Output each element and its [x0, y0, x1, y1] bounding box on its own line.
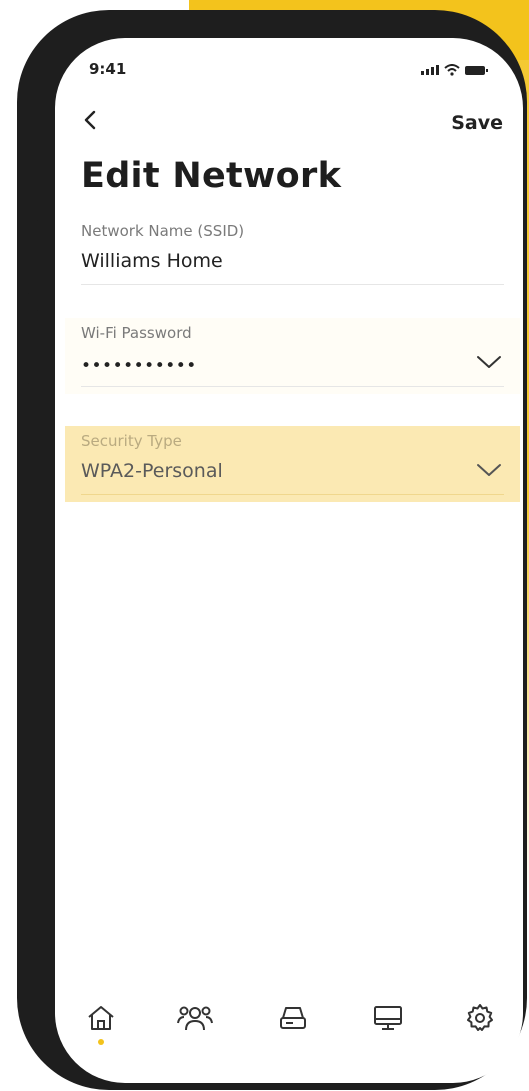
save-button[interactable]: Save — [451, 112, 503, 134]
ssid-underline — [81, 284, 504, 285]
password-field[interactable]: Wi-Fi Password ••••••••••• — [65, 318, 520, 394]
phone-screen: 9:41 Save Edit Network Network Name (SSI… — [55, 38, 523, 1083]
tab-home[interactable] — [81, 998, 121, 1048]
password-label: Wi-Fi Password — [81, 324, 192, 342]
battery-icon — [465, 65, 488, 75]
security-type-underline — [81, 494, 504, 495]
back-button[interactable] — [79, 108, 103, 132]
status-time: 9:41 — [89, 60, 127, 78]
wifi-icon — [444, 64, 460, 76]
password-underline — [81, 386, 504, 387]
phone-side-button-upper — [26, 220, 40, 294]
people-icon — [177, 1006, 213, 1031]
password-value[interactable]: ••••••••••• — [81, 356, 197, 376]
tab-settings[interactable] — [460, 998, 500, 1048]
status-icons — [421, 64, 488, 76]
page-title: Edit Network — [81, 156, 342, 196]
tab-people[interactable] — [173, 998, 213, 1048]
security-type-value[interactable]: WPA2-Personal — [81, 460, 223, 482]
security-type-label: Security Type — [81, 432, 182, 450]
ssid-field[interactable]: Network Name (SSID) Williams Home — [65, 216, 520, 292]
chevron-down-icon[interactable] — [476, 462, 502, 478]
ssid-value[interactable]: Williams Home — [81, 250, 223, 272]
phone-frame: 9:41 Save Edit Network Network Name (SSI… — [17, 10, 527, 1090]
tab-devices[interactable] — [368, 998, 408, 1048]
tab-router[interactable] — [273, 998, 313, 1048]
monitor-icon — [374, 1006, 402, 1030]
home-icon — [88, 1006, 114, 1030]
security-type-select[interactable]: Security Type WPA2-Personal — [65, 426, 520, 502]
settings-gear-icon — [467, 1004, 493, 1031]
chevron-down-icon[interactable] — [476, 354, 502, 370]
router-icon — [280, 1007, 306, 1029]
ssid-label: Network Name (SSID) — [81, 222, 245, 240]
active-tab-indicator — [98, 1039, 104, 1045]
chevron-left-icon — [84, 110, 96, 130]
bottom-tab-bar — [55, 998, 523, 1058]
signal-icon — [421, 65, 439, 75]
phone-side-button-lower — [26, 310, 40, 384]
